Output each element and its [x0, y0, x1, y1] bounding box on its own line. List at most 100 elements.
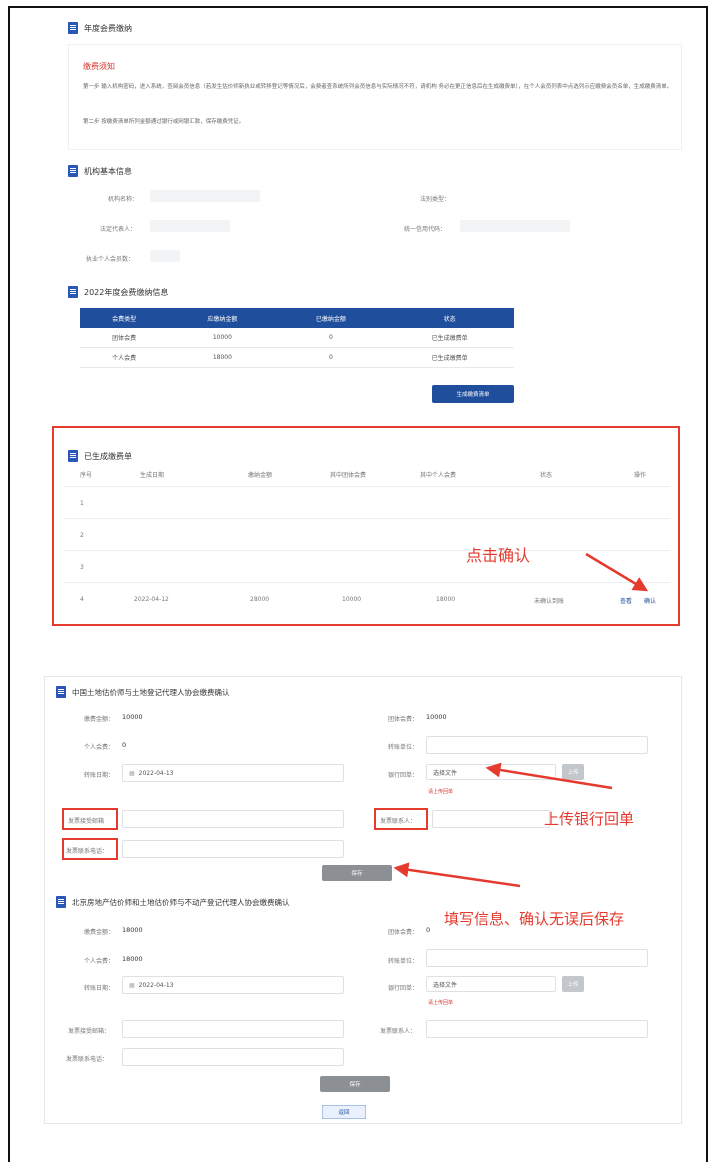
cell-paid: 0 — [276, 347, 386, 368]
notice-step2: 第二步 按缴费清单所列金额通过银行或网银汇款，保存缴费凭证。 — [83, 119, 245, 125]
confirm2-title: 北京房地产估价师和土地估价师与不动产登记代理人协会缴费确认 — [72, 897, 290, 907]
fee2022-col-status: 状态 — [385, 308, 514, 328]
calendar-icon: ▦ — [129, 769, 135, 777]
save-annotation: 填写信息、确认无误后保存 — [444, 910, 625, 928]
bills-col-index: 序号 — [80, 472, 93, 479]
arrow-icon — [485, 762, 613, 790]
upload-annotation: 上传银行回单 — [544, 810, 635, 828]
payer-input[interactable] — [426, 736, 648, 754]
confirm1-phone-label: 发票联系电话： — [66, 848, 109, 855]
payer-input[interactable] — [426, 949, 648, 967]
invoice-email-input[interactable] — [122, 810, 344, 828]
fee2022-col-due: 应缴纳金额 — [168, 308, 277, 328]
bills-col-action: 操作 — [634, 472, 647, 479]
org-name-label: 机构名称： — [108, 196, 139, 203]
cell-status: 已生成缴费单 — [385, 328, 514, 348]
org-name-value — [150, 190, 260, 202]
save-button[interactable]: 保存 — [320, 1076, 390, 1092]
document-icon — [68, 450, 78, 462]
confirm1-total-label: 缴费金额： — [84, 716, 115, 723]
invoice-contact-input[interactable] — [426, 1020, 648, 1038]
confirm1-total-value: 10000 — [122, 713, 143, 721]
confirm1-group-label: 团体会费： — [388, 716, 419, 723]
upload-button[interactable]: 上传 — [562, 976, 584, 992]
generate-bill-button[interactable]: 生成缴费清单 — [432, 385, 514, 403]
confirm2-group-value: 0 — [426, 926, 431, 934]
notice-title: 缴费须知 — [83, 62, 115, 71]
calendar-icon: ▦ — [129, 981, 135, 989]
date-input[interactable]: ▦ 2022-04-13 — [122, 764, 344, 782]
confirm2-total-value: 18000 — [122, 926, 143, 934]
confirm2-header: 北京房地产估价师和土地估价师与不动产登记代理人协会缴费确认 — [56, 896, 290, 908]
arrow-icon — [393, 862, 521, 888]
date-value: 2022-04-13 — [138, 769, 174, 777]
credit-code-label: 统一信用代码： — [404, 226, 447, 233]
notice-step1: 第一步 输入机构密码，进入系统，查阅会员信息（若发生估价师新执业或转移登记等情况… — [83, 84, 673, 90]
bills-header: 已生成缴费单 — [68, 450, 132, 462]
save-button[interactable]: 保存 — [322, 865, 392, 881]
legal-rep-value — [150, 220, 230, 232]
confirm2-payer-label: 转账单位： — [388, 958, 419, 965]
upload-note: 请上传回单 — [428, 1000, 454, 1006]
confirm2-group-label: 团体会费： — [388, 929, 419, 936]
choose-file-button[interactable]: 选择文件 — [433, 768, 457, 777]
divider — [64, 518, 670, 519]
document-icon — [68, 286, 78, 298]
invoice-phone-input[interactable] — [122, 1048, 344, 1066]
document-icon — [56, 896, 66, 908]
bills-col-amount: 缴纳金额 — [248, 472, 273, 479]
confirm2-total-label: 缴费金额： — [84, 929, 115, 936]
legal-rep-label: 法定代表人： — [100, 226, 137, 233]
confirm2-date-label: 转账日期： — [84, 985, 115, 992]
back-button[interactable]: 返回 — [322, 1105, 366, 1119]
file-input[interactable]: 选择文件 — [426, 976, 556, 992]
click-confirm-annotation: 点击确认 — [466, 546, 531, 565]
confirm1-title: 中国土地估价师与土地登记代理人协会缴费确认 — [72, 687, 230, 697]
confirm2-phone-label: 发票联系电话： — [66, 1056, 109, 1063]
choose-file-button[interactable]: 选择文件 — [433, 980, 457, 989]
cell-type: 团体会费 — [80, 328, 169, 348]
confirm1-contact-label: 发票联系人： — [380, 818, 417, 825]
credit-code-value — [460, 220, 570, 232]
confirm2-personal-label: 个人会费： — [84, 958, 115, 965]
confirm2-personal-value: 18000 — [122, 955, 143, 963]
document-icon — [68, 165, 78, 177]
member-count-value — [150, 250, 180, 262]
bill-row-index: 1 — [80, 500, 84, 507]
table-row: 个人会费 18000 0 已生成缴费单 — [80, 347, 514, 368]
fee2022-header: 2022年度会费缴纳信息 — [68, 286, 168, 298]
divider — [64, 486, 670, 487]
date-input[interactable]: ▦ 2022-04-13 — [122, 976, 344, 994]
bill-row-date: 2022-04-12 — [134, 596, 169, 603]
invoice-phone-input[interactable] — [122, 840, 344, 858]
invoice-contact-input[interactable] — [432, 810, 550, 828]
bill-row-index: 3 — [80, 564, 84, 571]
fee2022-table: 会费类型 应缴纳金额 已缴纳金额 状态 团体会费 10000 0 已生成缴费单 … — [80, 308, 514, 368]
bill-row-group: 10000 — [342, 596, 362, 603]
upload-note: 请上传回单 — [428, 789, 454, 795]
member-count-label: 执业个人会员数： — [86, 256, 135, 263]
cell-status: 已生成缴费单 — [385, 347, 514, 368]
bill-row-index: 2 — [80, 532, 84, 539]
annual-fee-title: 年度会费缴纳 — [84, 23, 132, 33]
bill-row-status: 未确认到账 — [534, 598, 565, 605]
cell-due: 10000 — [168, 328, 277, 348]
notice-panel: 缴费须知 第一步 输入机构密码，进入系统，查阅会员信息（若发生估价师新执业或转移… — [68, 44, 682, 150]
cell-due: 18000 — [168, 347, 277, 368]
bills-col-status: 状态 — [540, 472, 553, 479]
confirm2-email-label: 发票接受邮箱： — [68, 1028, 111, 1035]
org-type-label: 法别类型： — [420, 196, 451, 203]
bills-title: 已生成缴费单 — [84, 451, 132, 461]
bills-col-personal: 其中个人会费 — [420, 472, 457, 479]
confirm1-personal-label: 个人会费： — [84, 744, 115, 751]
bills-col-group: 其中团体会费 — [330, 472, 367, 479]
table-row: 团体会费 10000 0 已生成缴费单 — [80, 328, 514, 348]
bills-col-date: 生成日期 — [140, 472, 165, 479]
confirm2-contact-label: 发票联系人： — [380, 1028, 417, 1035]
fee2022-col-type: 会费类型 — [80, 308, 169, 328]
confirm1-group-value: 10000 — [426, 713, 447, 721]
confirm2-receipt-label: 银行回单： — [388, 985, 419, 992]
confirm1-header: 中国土地估价师与土地登记代理人协会缴费确认 — [56, 686, 230, 698]
invoice-email-input[interactable] — [122, 1020, 344, 1038]
document-icon — [56, 686, 66, 698]
